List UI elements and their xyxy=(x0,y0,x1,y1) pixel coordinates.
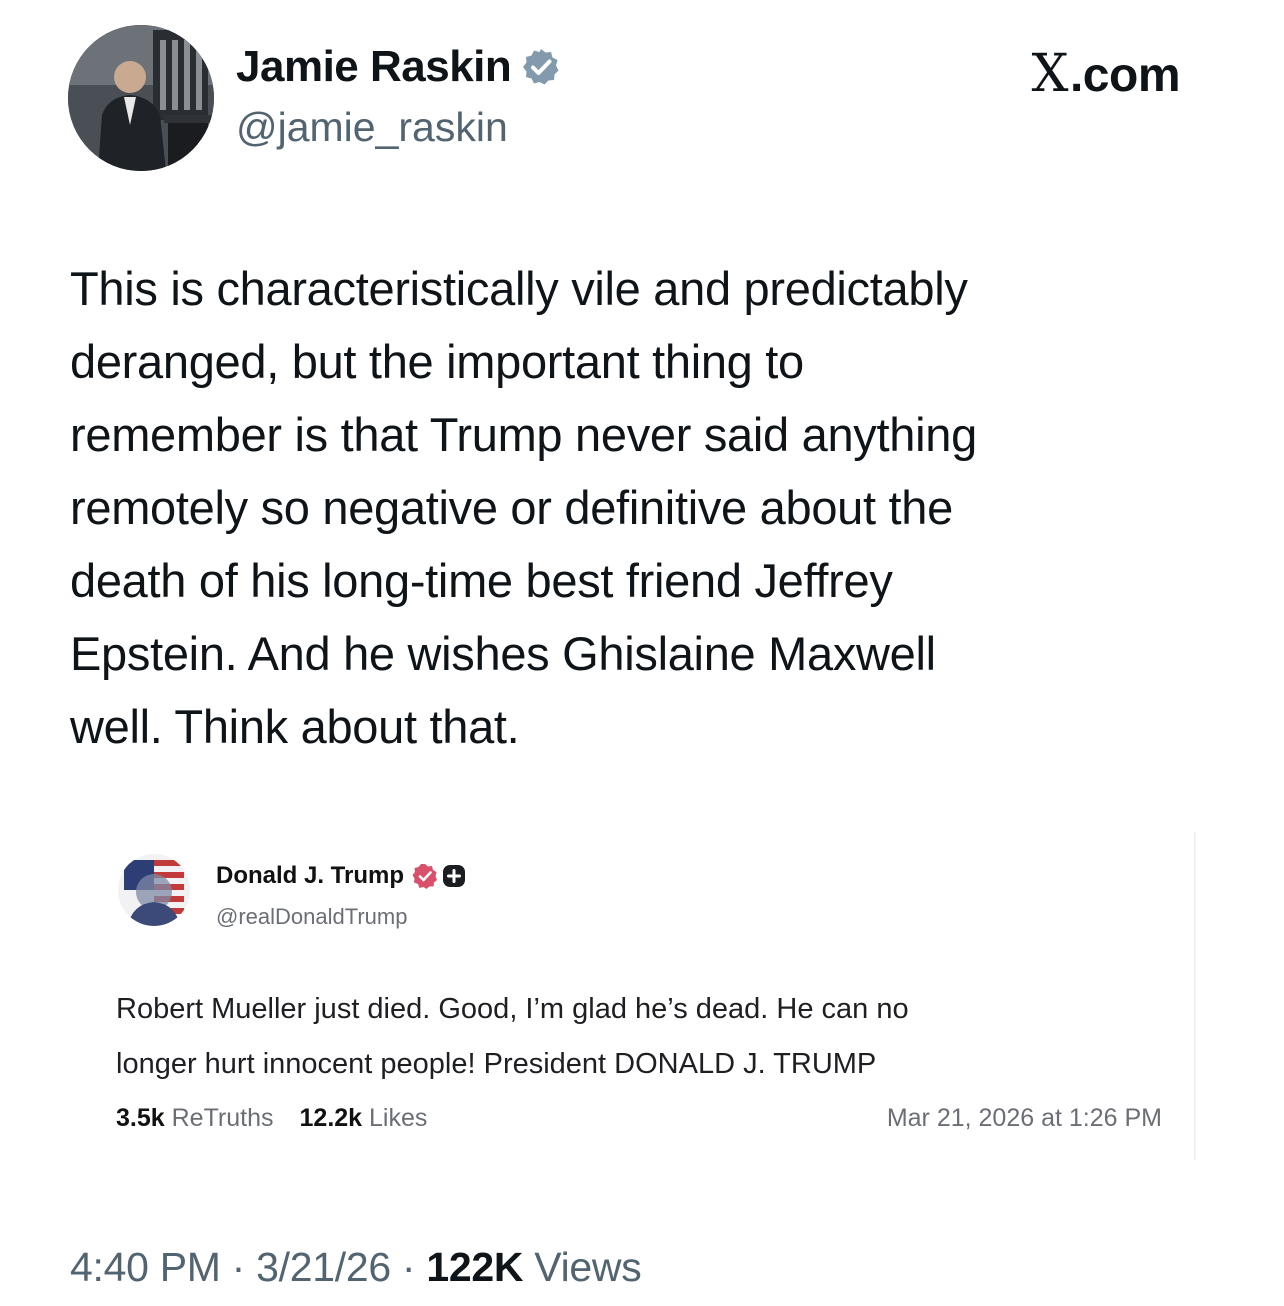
post-time[interactable]: 4:40 PM xyxy=(70,1244,221,1290)
site-label: X .com xyxy=(1031,44,1180,104)
likes-stat[interactable]: 12.2k Likes xyxy=(300,1104,428,1133)
retruths-label: ReTruths xyxy=(171,1104,274,1132)
author-name[interactable]: Jamie Raskin xyxy=(236,42,561,92)
quoted-post-card[interactable]: Donald J. Trump @realDonaldTrump Robert … xyxy=(90,832,1195,1160)
meta-separator: · xyxy=(220,1244,257,1290)
retruths-count: 3.5k xyxy=(116,1104,165,1132)
quoted-author-avatar[interactable] xyxy=(118,854,190,926)
flag-portrait-avatar-icon xyxy=(118,854,190,926)
author-avatar[interactable] xyxy=(68,25,214,171)
avatar-photo-icon xyxy=(68,25,214,171)
truth-verified-badge-icon xyxy=(412,864,438,889)
quoted-author-name-text[interactable]: Donald J. Trump xyxy=(216,862,404,890)
tweet-post: Jamie Raskin @jamie_raskin X .com This i… xyxy=(0,0,1284,1306)
author-handle[interactable]: @jamie_raskin xyxy=(236,104,508,151)
plus-badge-icon xyxy=(443,865,466,887)
quoted-post-date[interactable]: Mar 21, 2026 at 1:26 PM xyxy=(887,1104,1162,1133)
views-count[interactable]: 122K xyxy=(426,1244,523,1290)
post-meta: 4:40 PM · 3/21/26 · 122K Views xyxy=(70,1244,642,1291)
quoted-author-name[interactable]: Donald J. Trump xyxy=(216,862,466,890)
author-name-text[interactable]: Jamie Raskin xyxy=(236,42,512,92)
site-label-text: .com xyxy=(1069,49,1181,102)
verified-badge-icon xyxy=(523,49,559,85)
likes-count: 12.2k xyxy=(299,1104,363,1132)
post-date[interactable]: 3/21/26 xyxy=(256,1244,391,1290)
quoted-post-text: Robert Mueller just died. Good, I’m glad… xyxy=(116,993,909,1080)
likes-label: Likes xyxy=(369,1104,428,1132)
quoted-post-stats: 3.5k ReTruths 12.2k Likes xyxy=(116,1104,427,1133)
views-label: Views xyxy=(523,1244,642,1290)
quoted-author-handle[interactable]: @realDonaldTrump xyxy=(216,904,407,930)
post-text: This is characteristically vile and pred… xyxy=(70,262,977,753)
x-logo-icon: X xyxy=(1031,44,1068,104)
retruths-stat[interactable]: 3.5k ReTruths xyxy=(116,1104,274,1133)
meta-separator: · xyxy=(390,1244,427,1290)
